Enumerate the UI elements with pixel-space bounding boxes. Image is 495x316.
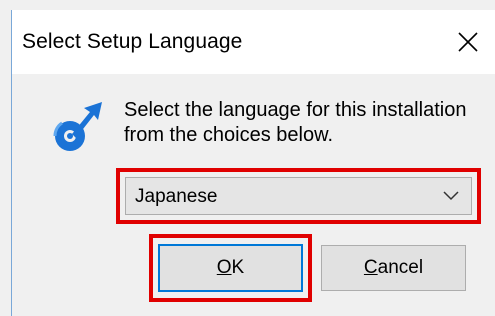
ok-button[interactable]: OK — [158, 244, 303, 292]
cancel-button[interactable]: Cancel — [321, 245, 466, 291]
window-title: Select Setup Language — [22, 30, 243, 53]
chevron-down-icon — [443, 191, 459, 201]
setup-arrow-icon — [53, 102, 102, 151]
language-select[interactable]: Japanese — [125, 177, 472, 215]
close-button[interactable] — [444, 18, 492, 66]
language-prompt: Select the language for this installatio… — [124, 99, 467, 146]
dialog-body: Select the language for this installatio… — [12, 74, 495, 316]
selected-language: Japanese — [135, 186, 218, 207]
cancel-accelerator: C — [363, 257, 378, 278]
ok-label-rest: K — [231, 257, 245, 278]
cancel-label-rest: ancel — [377, 257, 424, 278]
ok-accelerator: O — [216, 257, 232, 278]
close-icon — [458, 32, 478, 52]
setup-language-dialog: Select Setup Language Select the languag… — [0, 0, 495, 316]
title-bar[interactable]: Select Setup Language — [12, 10, 495, 74]
